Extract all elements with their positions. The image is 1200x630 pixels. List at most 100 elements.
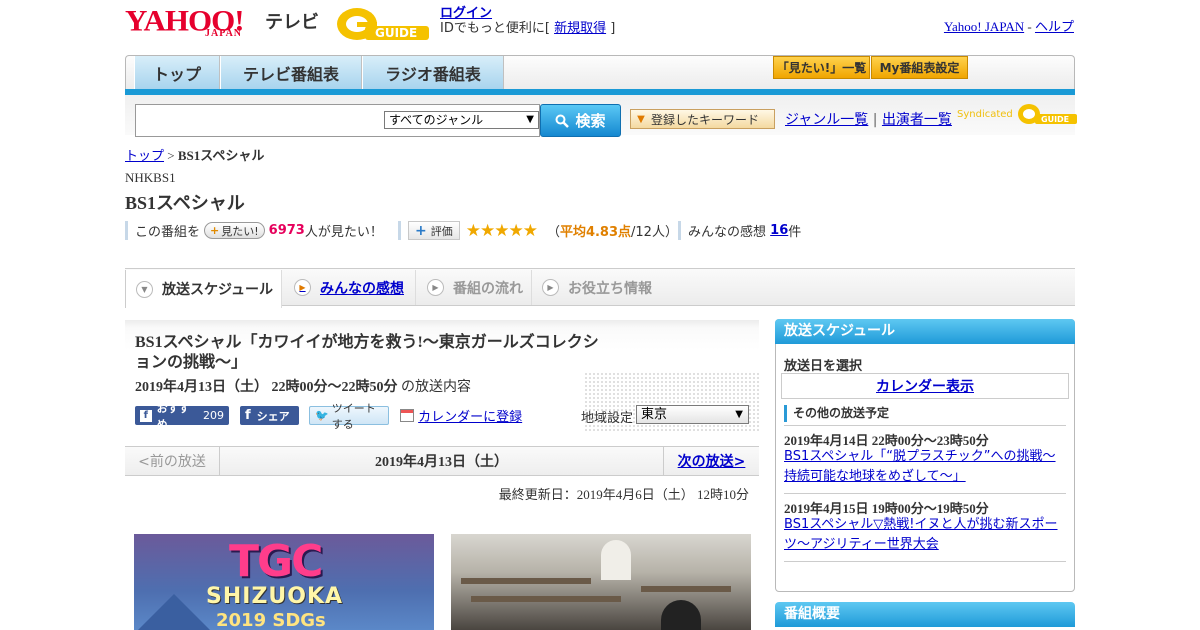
register-link[interactable]: 新規取得 <box>554 21 606 36</box>
yahoo-japan-link[interactable]: Yahoo! JAPAN <box>944 19 1024 34</box>
rating-open: （ <box>546 225 560 240</box>
channel-name: NHKBS1 <box>125 170 176 185</box>
svg-text:GUIDE: GUIDE <box>1041 115 1069 124</box>
shelf <box>471 596 621 602</box>
window <box>601 540 631 580</box>
divider <box>784 561 1066 562</box>
shelf <box>641 586 731 592</box>
rating-stars: ★★★★★ <box>465 220 538 241</box>
rate-button[interactable]: + 評価 <box>408 221 460 240</box>
tweet-label: ツイートする <box>331 401 376 431</box>
divider <box>784 493 1066 494</box>
region-select[interactable]: 東京 ▼ <box>636 405 749 424</box>
yahoo-japan-logo-text: JAPAN <box>205 28 243 39</box>
play-icon: ▶ <box>427 279 444 296</box>
breadcrumb-top-link[interactable]: トップ <box>125 148 164 163</box>
search-icon <box>555 114 570 128</box>
chevron-down-icon: ▼ <box>735 409 743 420</box>
prev-broadcast: <前の放送 <box>125 447 220 475</box>
kansou-stat: みんなの感想 16 件 <box>678 221 801 240</box>
login-box: ログイン IDでもっと便利に[ 新規取得 ] <box>440 6 615 36</box>
help-link[interactable]: ヘルプ <box>1035 19 1074 34</box>
facebook-recommend-button[interactable]: f おすすめ 209 <box>135 402 229 431</box>
next-broadcast-link[interactable]: 次の放送> <box>678 451 746 471</box>
rate-button-label: 評価 <box>430 224 453 238</box>
tweet-button[interactable]: 🐦 ツイートする <box>309 402 389 431</box>
chevron-down-icon: ▼ <box>526 114 534 125</box>
calendar-icon <box>400 409 414 422</box>
shelf <box>461 578 591 584</box>
mitai-count: 6973 <box>268 223 305 238</box>
mitai-prefix: この番組を <box>135 225 201 240</box>
divider <box>784 425 1066 426</box>
breadcrumb-current: BS1スペシャル <box>177 148 265 163</box>
twitter-icon: 🐦 <box>315 409 329 422</box>
calendar-view-link[interactable]: カレンダー表示 <box>876 376 974 396</box>
nav-tab-radio-guide[interactable]: ラジオ番組表 <box>362 56 504 89</box>
tab-kansou[interactable]: ▶ みんなの感想 <box>282 270 416 305</box>
genre-select[interactable]: すべてのジャンル ▼ <box>384 111 539 129</box>
facebook-share-label: シェア <box>256 409 290 423</box>
top-links: Yahoo! JAPAN - ヘルプ <box>944 16 1074 35</box>
region-label: 地域設定 <box>581 411 634 426</box>
breadcrumb: トップ > BS1スペシャル <box>125 145 264 164</box>
nav-tab-top[interactable]: トップ <box>134 56 220 89</box>
next-broadcast[interactable]: 次の放送> <box>663 447 759 475</box>
mitai-button-label: 見たい! <box>221 224 259 238</box>
pager-date: 2019年4月13日（土） <box>375 455 508 470</box>
episode-datetime: 2019年4月13日（土） 22時00分～22時50分 の放送内容 <box>135 376 471 396</box>
episode-title: BS1スペシャル「カワイイが地方を救う!～東京ガールズコレクションの挑戦～」 <box>135 334 599 371</box>
performer-list-link[interactable]: 出演者一覧 <box>882 112 952 128</box>
tab-flow-label: 番組の流れ <box>453 280 523 297</box>
mountain-shape <box>134 594 214 630</box>
region-select-value: 東京 <box>641 407 668 422</box>
tab-info-label: お役立ち情報 <box>568 280 652 297</box>
my-guide-settings-button[interactable]: My番組表設定 <box>871 56 968 79</box>
kansou-count-link[interactable]: 16 <box>770 223 788 238</box>
episode-datetime-value: 2019年4月13日（土） 22時00分～22時50分 <box>135 380 398 395</box>
gguide-logo: GUIDE <box>335 6 433 42</box>
nav-tab-tv-guide[interactable]: テレビ番組表 <box>220 56 362 89</box>
search-links-divider: | <box>872 112 878 128</box>
svg-text:GUIDE: GUIDE <box>375 26 417 40</box>
rating-people: /12人） <box>631 225 678 240</box>
login-link[interactable]: ログイン <box>440 6 492 21</box>
stat-divider <box>678 221 681 240</box>
schedule-sidebar-title: 放送スケジュール <box>775 319 1075 344</box>
sidebar-item-link[interactable]: BS1スペシャル「“脱プラスチック”への挑戦～持続可能な地球をめざして～」 <box>784 447 1068 487</box>
mitai-button[interactable]: + 見たい! <box>204 222 265 239</box>
kansou-suffix: 件 <box>788 225 802 240</box>
syndicated-label: Syndicated <box>957 108 1013 120</box>
calendar-view-box[interactable]: カレンダー表示 <box>781 373 1069 399</box>
search-button-label: 検索 <box>575 112 606 130</box>
episode-image-workshop <box>451 534 751 630</box>
genre-list-link[interactable]: ジャンル一覧 <box>785 112 868 128</box>
plus-icon: + <box>210 224 220 237</box>
page-title: BS1スペシャル <box>125 193 245 213</box>
overview-sidebar-title: 番組概要 <box>775 602 1075 627</box>
plus-icon: + <box>415 222 427 239</box>
gguide-small-logo: GUIDE <box>1017 104 1077 124</box>
login-note-end: ] <box>610 21 616 36</box>
syndicated-gguide: Syndicated GUIDE <box>957 102 1079 126</box>
registered-keyword-button[interactable]: ▼ 登録したキーワード <box>630 109 775 129</box>
login-note: IDでもっと便利に[ <box>440 21 550 36</box>
triangle-down-icon: ▼ <box>637 113 645 125</box>
sdgs-text: 2019 SDGs <box>216 610 326 630</box>
tab-schedule[interactable]: ▼ 放送スケジュール <box>125 270 282 308</box>
stat-divider <box>398 221 401 240</box>
search-button[interactable]: 検索 <box>540 104 621 137</box>
facebook-recommend-count: 209 <box>203 409 224 422</box>
mitai-list-button[interactable]: 「見たい!」一覧 <box>773 56 870 79</box>
calendar-register[interactable]: カレンダーに登録 <box>400 406 522 425</box>
sidebar-item-link[interactable]: BS1スペシャル▽熱戦!イヌと人が挑む新スポーツ～アジリティー世界大会 <box>784 515 1068 555</box>
last-updated: 最終更新日：2019年4月6日（土） 12時10分 <box>498 487 749 502</box>
other-broadcasts-heading: その他の放送予定 <box>784 405 889 422</box>
tv-service-title[interactable]: テレビ <box>265 8 319 34</box>
play-icon: ▶ <box>294 279 311 296</box>
facebook-share-button[interactable]: f シェア <box>240 406 299 425</box>
calendar-register-link[interactable]: カレンダーに登録 <box>418 410 522 425</box>
tab-kansou-label: みんなの感想 <box>320 280 404 297</box>
play-icon: ▶ <box>542 279 559 296</box>
facebook-icon: f <box>140 409 152 422</box>
